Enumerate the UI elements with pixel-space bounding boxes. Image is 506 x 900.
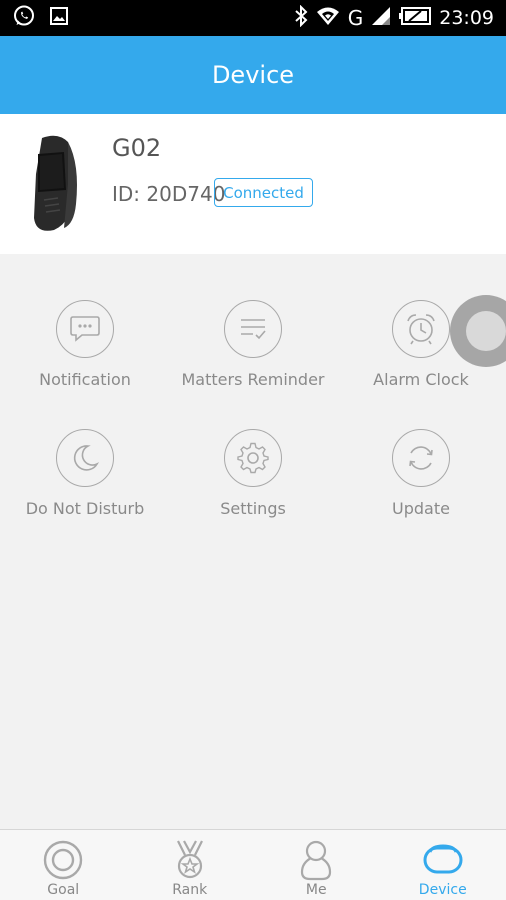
grid-label: Update xyxy=(392,499,450,518)
notification-button[interactable]: Notification xyxy=(0,300,170,389)
matters-reminder-button[interactable]: Matters Reminder xyxy=(168,300,338,389)
refresh-icon xyxy=(392,429,450,487)
grid-label: Settings xyxy=(220,499,286,518)
wifi-signal-icon xyxy=(316,6,340,31)
network-type-text: G xyxy=(347,6,364,30)
device-id: ID: 20D740 xyxy=(112,182,226,206)
fitness-band-image xyxy=(24,134,86,234)
nav-label: Device xyxy=(418,882,467,898)
whatsapp-icon xyxy=(12,4,36,33)
page-title: Device xyxy=(211,61,295,89)
grid-label: Notification xyxy=(39,370,131,389)
nav-label: Me xyxy=(305,882,327,898)
device-card[interactable]: G02 ID: 20D740 Connected xyxy=(0,114,506,254)
nav-item-goal[interactable]: Goal xyxy=(0,830,127,900)
update-button[interactable]: Update xyxy=(336,429,506,518)
floating-button-center xyxy=(466,311,506,351)
nav-label: Rank xyxy=(172,882,208,898)
device-name: G02 xyxy=(112,134,162,162)
nav-item-me[interactable]: Me xyxy=(253,830,380,900)
cell-signal-icon xyxy=(371,6,391,31)
bottom-nav: Goal Rank Me Device xyxy=(0,829,506,900)
moon-icon xyxy=(56,429,114,487)
reminder-list-icon xyxy=(224,300,282,358)
person-icon xyxy=(294,840,338,881)
band-icon xyxy=(421,840,465,880)
connection-status-badge: Connected xyxy=(214,178,313,207)
chat-bubble-icon xyxy=(56,300,114,358)
alarm-clock-icon xyxy=(392,300,450,358)
grid-label: Do Not Disturb xyxy=(25,499,145,518)
clock-time: 23:09 xyxy=(439,7,494,29)
nav-item-rank[interactable]: Rank xyxy=(127,830,254,900)
nav-label: Goal xyxy=(47,882,80,898)
gallery-icon xyxy=(50,6,68,30)
app-header: Device xyxy=(0,36,506,114)
target-icon xyxy=(41,840,85,880)
gear-icon xyxy=(224,429,282,487)
do-not-disturb-button[interactable]: Do Not Disturb xyxy=(0,429,170,518)
medal-icon xyxy=(168,840,212,880)
status-bar: G 23:09 xyxy=(0,0,506,36)
settings-button[interactable]: Settings xyxy=(168,429,338,518)
battery-icon xyxy=(399,6,432,30)
grid-label: Alarm Clock xyxy=(373,370,469,389)
grid-label: Matters Reminder xyxy=(181,370,325,389)
bluetooth-icon xyxy=(294,4,308,32)
nav-item-device[interactable]: Device xyxy=(380,830,506,900)
